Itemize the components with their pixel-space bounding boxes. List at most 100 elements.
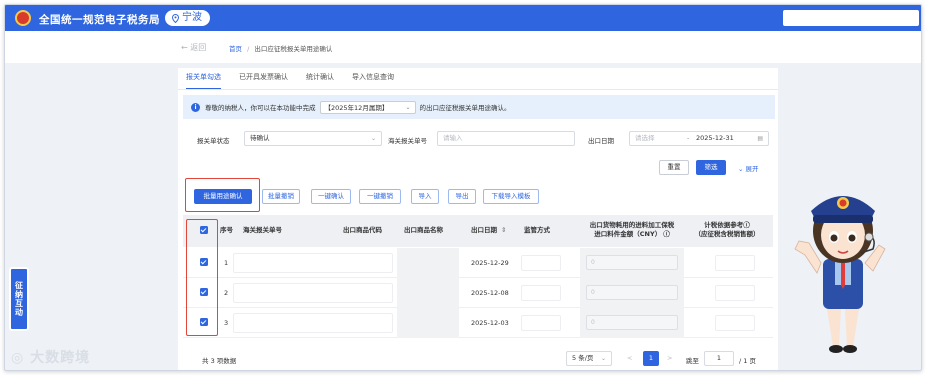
tab-statistics-confirm[interactable]: 统计确认 [306,72,334,90]
notice-prefix: 尊敬的纳税人，你可以在本功能中完成 [205,104,316,112]
goods-name-cell [397,248,459,278]
breadcrumb-current: 出口应征税报关单用途确认 [254,45,333,53]
sub-header: ← 返回 首页 / 出口应征税报关单用途确认 [5,31,921,63]
watermark: ◎ 大数跨境 [11,350,91,366]
city-name: 宁波 [182,12,202,23]
masked-row-info [233,313,393,333]
info-circle-icon: ⓘ [743,221,750,229]
jump-page-input[interactable]: 1 [704,351,734,366]
expand-toggle[interactable]: ⌄ 展开 [738,163,759,173]
tab-invoice-confirm[interactable]: 已开具发票确认 [239,72,288,90]
reset-button[interactable]: 重置 [659,160,689,175]
chevron-down-icon: ⌄ [405,103,411,111]
batch-cancel-button[interactable]: 批量撤销 [262,189,300,204]
col-goods-name: 出口商品名称 [404,226,443,234]
one-click-cancel-button[interactable]: 一键撤销 [359,189,401,204]
total-count: 共 3 项数据 [202,357,237,365]
next-page-button[interactable]: > [667,354,672,362]
back-link[interactable]: ← 返回 [181,42,206,53]
breadcrumb-home[interactable]: 首页 [229,45,242,53]
supervision-input[interactable] [521,285,561,301]
info-circle-icon: ⓘ [663,230,670,238]
chevron-down-icon: ⌄ [600,355,606,362]
period-select[interactable]: 【2025年12月属期】 ⌄ [319,100,416,114]
tax-bureau-logo [15,10,31,26]
search-button[interactable]: 筛选 [696,160,726,175]
tax-officer-mascot [794,196,886,353]
browser-window: 全国统一规范电子税务局 宁波 ← 返回 首页 / 出口应征税报关单用途确认 征纳… [4,4,922,371]
sort-icon[interactable]: ⇕ [501,226,506,234]
site-title: 全国统一规范电子税务局 [39,14,160,26]
row-index: 3 [224,319,229,327]
status-label: 报关单状态 [197,137,230,145]
chevron-down-icon: ⌄ [738,165,746,173]
notice-suffix: 的出口应征税报关单用途确认。 [419,104,511,112]
export-date-range[interactable]: 请选择 - 2025-12-31 ▤ [629,131,769,146]
tab-declaration-select[interactable]: 报关单勾选 [186,72,221,90]
date-start-placeholder: 请选择 [635,134,655,142]
table-row[interactable]: 3 2025-12-03 0 [183,308,773,338]
jump-label: 跳至 [686,357,699,365]
tax-basis-input[interactable] [715,315,755,331]
customs-no-input[interactable]: 请输入 [437,131,575,146]
date-end-value: 2025-12-31 [696,134,734,142]
amount-input: 0 [586,315,678,330]
row-export-date: 2025-12-08 [471,289,509,297]
info-icon: i [191,102,200,112]
prev-page-button[interactable]: < [627,354,632,362]
back-label: 返回 [190,43,207,52]
status-select[interactable]: 待确认 ⌄ [244,131,382,146]
export-date-label: 出口日期 [588,137,614,145]
col-export-date[interactable]: 出口日期 ⇕ [471,226,506,235]
date-separator: - [687,134,690,142]
import-button[interactable]: 导入 [411,189,439,204]
supervision-input[interactable] [521,255,561,271]
col-processing-amount: 出口货物耗用的进料加工保税 进口料件金额（CNY） ⓘ [589,221,675,238]
user-info-box[interactable] [783,10,919,26]
pagination-bar: 共 3 项数据 5 条/页 ⌄ < 1 > 跳至 1 / 1 页 [183,350,773,370]
page-size-select[interactable]: 5 条/页 ⌄ [566,351,612,366]
row-export-date: 2025-12-03 [471,319,509,327]
col-goods-code: 出口商品代码 [343,226,382,234]
goods-name-cell [397,278,459,308]
table-row[interactable]: 1 2025-12-29 0 [183,248,773,278]
period-value: 【2025年12月属期】 [324,103,389,112]
col-tax-basis: 计税依据参考ⓘ （应征税含税销售额） [694,221,760,238]
tax-basis-input[interactable] [715,255,755,271]
location-pin-icon [172,13,179,23]
table-row[interactable]: 2 2025-12-08 0 [183,278,773,308]
arrow-left-icon: ← [181,43,191,52]
masked-row-info [233,253,393,273]
breadcrumb-separator: / [247,45,250,53]
tab-import-query[interactable]: 导入信息查询 [352,72,394,90]
watermark-logo-icon: ◎ [11,350,31,366]
page-1-button[interactable]: 1 [643,351,659,366]
total-pages: / 1 页 [739,357,756,365]
breadcrumb: 首页 / 出口应征税报关单用途确认 [229,43,332,53]
notice-bar: i 尊敬的纳税人，你可以在本功能中完成 【2025年12月属期】 ⌄ 的出口应征税… [183,95,775,119]
interaction-side-tab[interactable]: 征纳互动 [9,267,29,331]
calendar-icon: ▤ [757,135,763,142]
masked-row-info [233,283,393,303]
row-index: 2 [224,289,229,297]
highlight-box-batch-confirm [185,178,260,212]
supervision-input[interactable] [521,315,561,331]
table-header: 序号 海关报关单号 出口商品代码 出口商品名称 出口日期 ⇕ 监管方式 出口货物耗… [183,215,773,247]
amount-input: 0 [586,285,678,300]
export-button[interactable]: 导出 [448,189,476,204]
tax-basis-input[interactable] [715,285,755,301]
download-template-button[interactable]: 下载导入模板 [483,189,539,204]
row-export-date: 2025-12-29 [471,259,509,267]
city-selector[interactable]: 宁波 [165,10,210,26]
one-click-confirm-button[interactable]: 一键确认 [311,189,351,204]
amount-input: 0 [586,255,678,270]
top-bar: 全国统一规范电子税务局 宁波 [5,5,921,31]
highlight-box-checkboxes [186,219,218,336]
main-panel: 报关单勾选 已开具发票确认 统计确认 导入信息查询 i 尊敬的纳税人，你可以在本… [178,68,778,370]
col-index: 序号 [220,226,233,234]
tab-bar: 报关单勾选 已开具发票确认 统计确认 导入信息查询 [186,72,394,90]
row-index: 1 [224,259,229,267]
col-customs-no: 海关报关单号 [243,226,282,234]
tab-divider [178,89,778,90]
status-value: 待确认 [250,134,270,142]
